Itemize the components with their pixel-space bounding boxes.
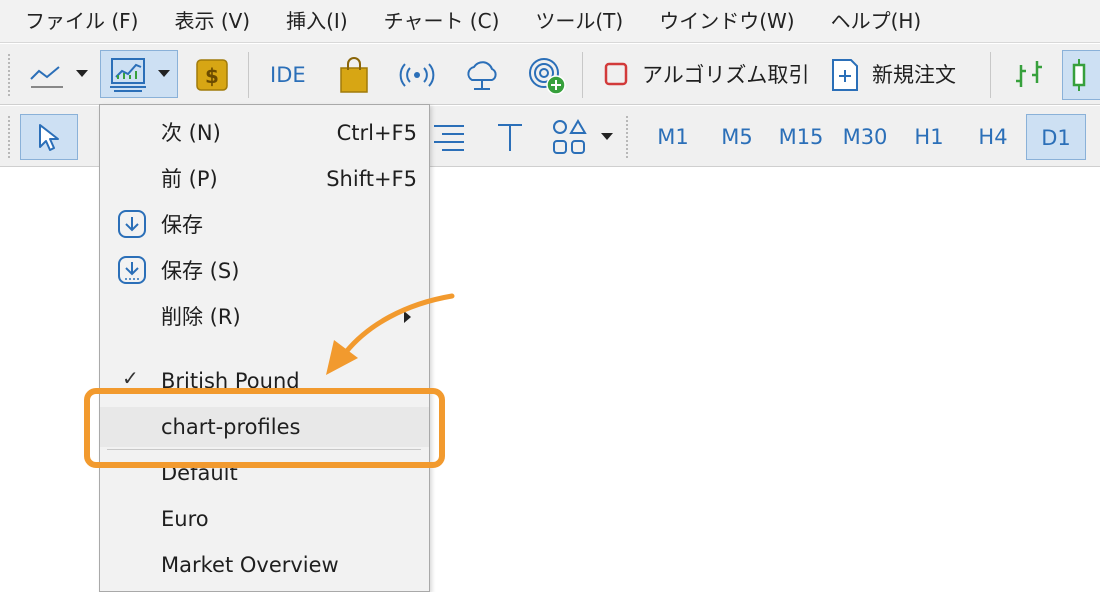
menu-view[interactable]: 表示 (V) xyxy=(159,0,265,43)
toolbar-grip[interactable] xyxy=(8,116,12,158)
chevron-down-icon[interactable] xyxy=(72,54,92,94)
menu-window[interactable]: ウインドウ(W) xyxy=(644,0,809,43)
menu-chart[interactable]: チャート (C) xyxy=(369,0,515,43)
save-icon xyxy=(117,209,147,243)
timeframe-m15[interactable]: M15 xyxy=(774,114,828,160)
dollar-icon[interactable]: $ xyxy=(192,56,232,94)
menu-item-previous[interactable]: 前 (P) Shift+F5 xyxy=(100,159,429,199)
menu-item-label: 保存 (S) xyxy=(161,259,240,283)
toolbar-separator xyxy=(248,52,249,98)
timeframe-m5[interactable]: M5 xyxy=(712,114,762,160)
profile-item-market-overview[interactable]: Market Overview xyxy=(100,545,429,585)
new-order-button[interactable]: 新規注文 xyxy=(872,60,956,90)
line-chart-icon[interactable] xyxy=(24,54,70,94)
menu-item-shortcut: Shift+F5 xyxy=(326,167,417,191)
toolbar-separator xyxy=(582,52,583,98)
save-icon xyxy=(117,255,147,289)
menu-item-save[interactable]: 保存 xyxy=(100,205,429,245)
menu-item-label: 保存 xyxy=(161,213,203,237)
menu-item-label: 削除 (R) xyxy=(161,305,241,329)
algo-trading-stop-icon[interactable] xyxy=(602,60,630,88)
fibonacci-lines-icon[interactable] xyxy=(428,118,468,156)
menu-item-delete[interactable]: 削除 (R) xyxy=(100,297,429,337)
annotation-highlight-box xyxy=(84,388,445,468)
menu-tools[interactable]: ツール(T) xyxy=(520,0,638,43)
market-bag-icon[interactable] xyxy=(334,54,374,96)
ide-button[interactable]: IDE xyxy=(270,60,306,90)
profile-item-euro[interactable]: Euro xyxy=(100,499,429,539)
candlestick-chart-icon[interactable] xyxy=(1062,50,1100,100)
menu-item-save-as[interactable]: 保存 (S) xyxy=(100,251,429,291)
menu-item-label: Market Overview xyxy=(161,553,339,577)
toolbar-separator xyxy=(990,52,991,98)
timeframe-h4[interactable]: H4 xyxy=(968,114,1018,160)
cloud-icon[interactable] xyxy=(460,54,504,96)
shapes-icon[interactable] xyxy=(548,116,592,158)
menu-insert[interactable]: 挿入(I) xyxy=(271,0,363,43)
timeframe-m1[interactable]: M1 xyxy=(648,114,698,160)
vps-add-icon[interactable] xyxy=(524,54,570,98)
text-tool-icon[interactable] xyxy=(490,118,530,156)
timeframe-m30[interactable]: M30 xyxy=(838,114,892,160)
chart-profiles-menu: 次 (N) Ctrl+F5 前 (P) Shift+F5 保存 保存 (S) 削… xyxy=(99,104,430,592)
menu-item-shortcut: Ctrl+F5 xyxy=(336,121,417,145)
timeframe-d1[interactable]: D1 xyxy=(1026,114,1086,160)
checkmark-icon: ✓ xyxy=(122,366,139,390)
cursor-arrow-icon[interactable] xyxy=(20,114,78,160)
chevron-down-icon xyxy=(158,70,170,77)
main-toolbar: $ IDE アルゴリズム取引 新規注文 xyxy=(0,44,1100,105)
menu-bar: ファイル (F) 表示 (V) 挿入(I) チャート (C) ツール(T) ウイ… xyxy=(0,0,1100,43)
toolbar-grip[interactable] xyxy=(626,116,630,158)
menu-help[interactable]: ヘルプ(H) xyxy=(816,0,937,43)
chart-profiles-icon xyxy=(110,58,146,92)
toolbar-grip[interactable] xyxy=(8,54,12,96)
bar-chart-icon[interactable] xyxy=(1006,54,1052,96)
chart-profiles-button[interactable] xyxy=(100,50,178,98)
svg-text:$: $ xyxy=(205,64,219,88)
menu-item-label: 次 (N) xyxy=(161,121,221,145)
algo-trading-button[interactable]: アルゴリズム取引 xyxy=(642,60,809,90)
menu-item-label: 前 (P) xyxy=(161,167,218,191)
menu-item-label: Euro xyxy=(161,507,209,531)
timeframe-h1[interactable]: H1 xyxy=(904,114,954,160)
new-order-icon[interactable] xyxy=(828,56,862,94)
chevron-down-icon[interactable] xyxy=(598,118,616,156)
menu-item-next[interactable]: 次 (N) Ctrl+F5 xyxy=(100,113,429,153)
submenu-arrow-icon xyxy=(404,311,411,323)
signal-icon[interactable] xyxy=(396,56,438,94)
menu-file[interactable]: ファイル (F) xyxy=(10,0,153,43)
